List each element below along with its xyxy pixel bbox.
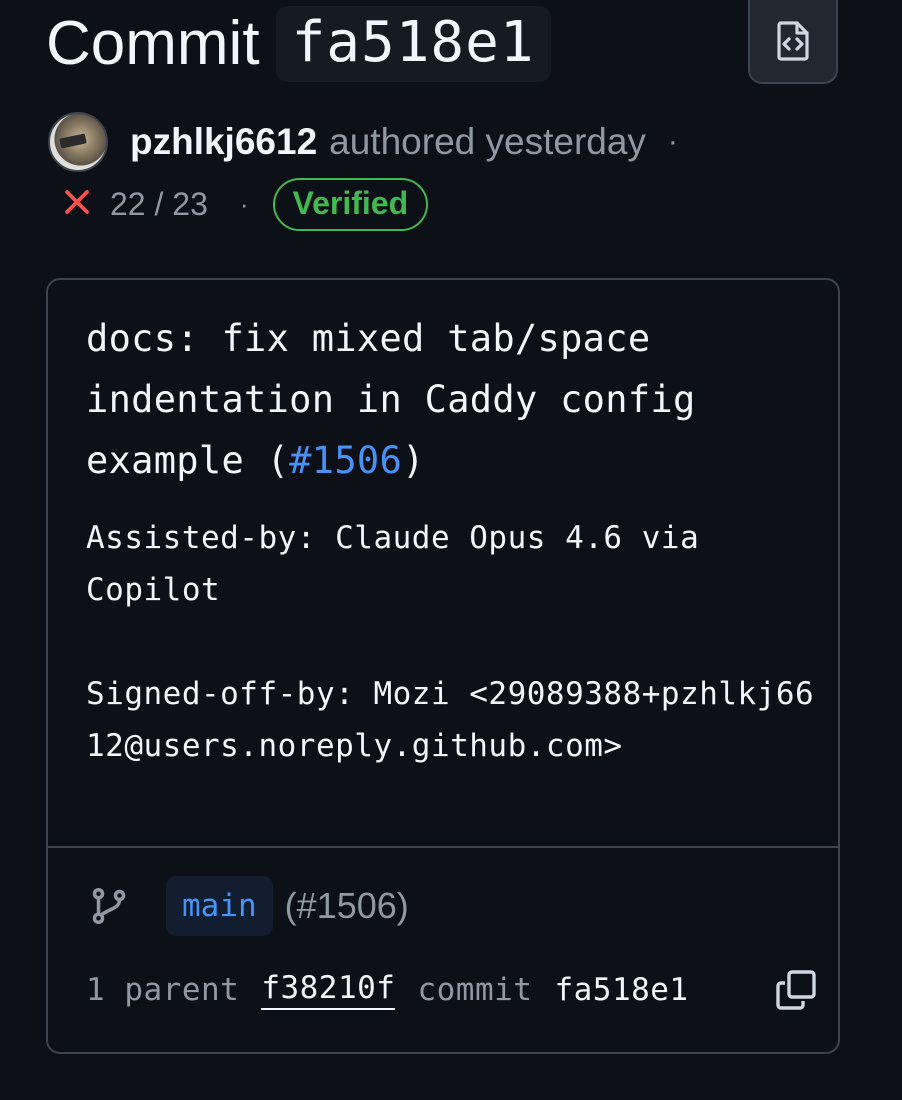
x-icon[interactable] xyxy=(62,187,92,222)
copy-icon xyxy=(776,970,816,1010)
separator-dot: · xyxy=(239,188,249,219)
pr-link[interactable]: #1506 xyxy=(289,439,402,482)
branch-chip-main[interactable]: main xyxy=(166,876,273,936)
commit-message-title: docs: fix mixed tab/space indentation in… xyxy=(86,308,806,491)
separator-dot: · xyxy=(667,125,678,158)
commit-title-end: ) xyxy=(402,439,425,482)
commit-label: commit xyxy=(417,972,533,1008)
avatar[interactable] xyxy=(48,112,108,172)
status-row: 22 / 23 · Verified xyxy=(62,176,429,232)
checks-count[interactable]: 22 / 23 xyxy=(110,186,208,223)
commit-sha: fa518e1 xyxy=(554,972,689,1008)
author-line: pzhlkj6612 authored yesterday · xyxy=(48,112,678,172)
git-branch-icon xyxy=(92,887,126,925)
parent-row: 1 parent f38210f commit fa518e1 xyxy=(86,966,689,1014)
copy-sha-button[interactable] xyxy=(772,966,820,1014)
author-name-link[interactable]: pzhlkj6612 xyxy=(130,121,317,163)
divider xyxy=(48,846,838,848)
authored-time: authored yesterday xyxy=(329,121,646,162)
file-code-icon xyxy=(777,21,809,61)
branch-row: main (#1506) xyxy=(88,874,409,938)
commit-header: Commit fa518e1 xyxy=(46,0,551,88)
commit-message-box: docs: fix mixed tab/space indentation in… xyxy=(46,278,840,1054)
page-title: Commit xyxy=(46,9,260,78)
assisted-by-line: Assisted-by: Claude Opus 4.6 via Copilot xyxy=(86,520,700,608)
signed-off-by-line: Signed-off-by: Mozi <29089388+pzhlkj6612… xyxy=(86,676,815,764)
parent-count: 1 parent xyxy=(86,972,240,1008)
commit-sha-title: fa518e1 xyxy=(275,6,551,82)
parent-sha-link[interactable]: f38210f xyxy=(261,970,396,1010)
branch-pr-ref: (#1506) xyxy=(284,885,409,926)
verified-badge[interactable]: Verified xyxy=(272,177,429,231)
browse-files-button[interactable] xyxy=(748,0,838,84)
commit-message-body: Assisted-by: Claude Opus 4.6 via Copilot… xyxy=(86,512,816,772)
